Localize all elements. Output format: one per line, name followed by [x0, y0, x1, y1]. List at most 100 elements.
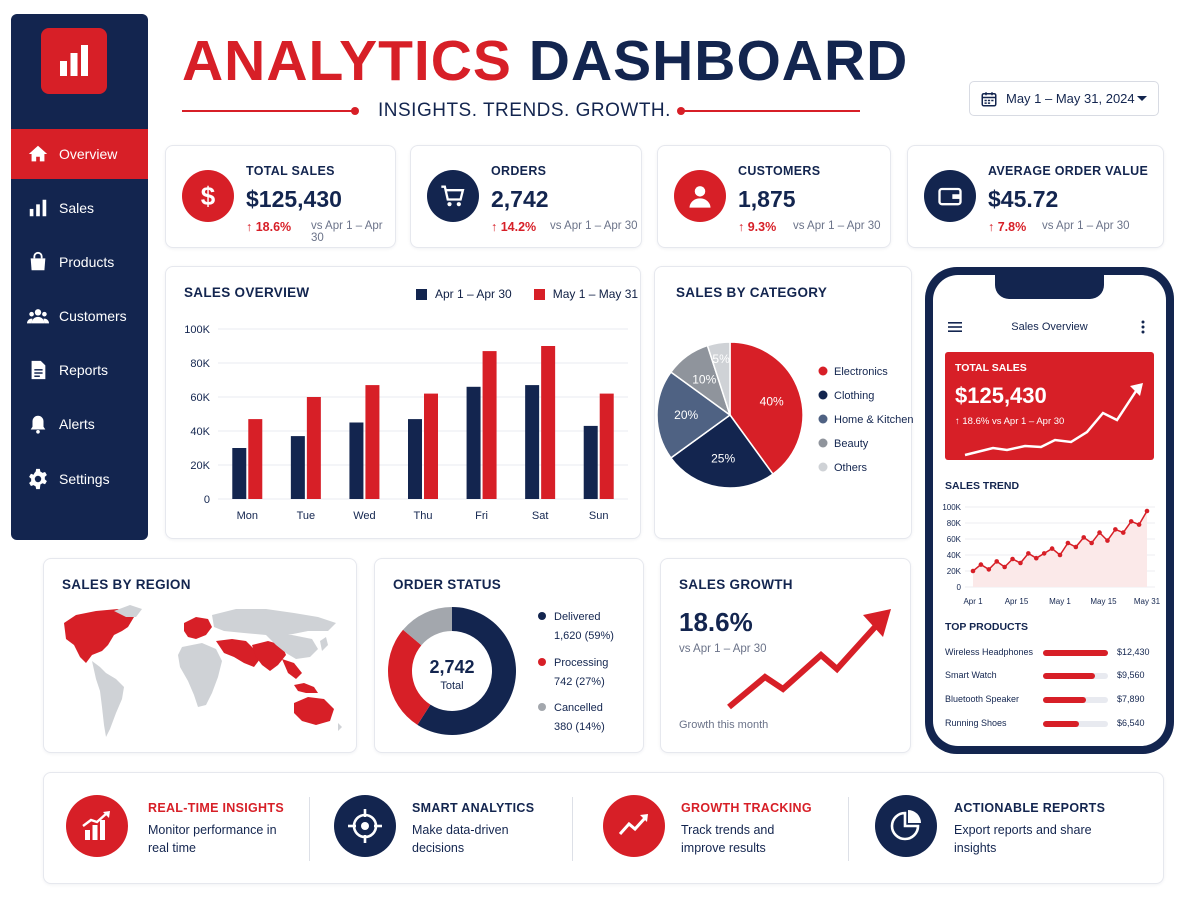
trend-point: [1018, 560, 1023, 566]
feature-title: SMART ANALYTICS: [412, 801, 535, 815]
phone-mockup: Sales Overview TOTAL SALES $125,430 ↑ 18…: [925, 267, 1174, 754]
features-strip: REAL-TIME INSIGHTS Monitor performance i…: [43, 772, 1164, 884]
feature-description: Export reports and share insights: [954, 823, 1092, 855]
legend-dot-cancelled: [538, 703, 546, 711]
subtitle-dot-left: [351, 107, 359, 115]
kpi-card-orders: ORDERS 2,742 ↑ 14.2% vs Apr 1 – Apr 30: [410, 145, 642, 248]
trend-point: [1120, 530, 1126, 535]
bar-chart-icon: [29, 199, 47, 217]
product-bar-track: [1043, 673, 1108, 679]
product-bar-track: [1043, 697, 1108, 703]
sidebar-item-overview[interactable]: Overview: [11, 129, 148, 179]
trend-point: [986, 567, 992, 572]
feature-title: REAL-TIME INSIGHTS: [148, 801, 284, 815]
kpi-value: 2,742: [491, 186, 549, 212]
sales-by-region-card: SALES BY REGION: [43, 558, 357, 753]
trend-point: [994, 559, 1000, 564]
sidebar-item-alerts[interactable]: Alerts: [11, 399, 148, 449]
product-bar-track: [1043, 650, 1108, 656]
trend-point: [1057, 552, 1063, 558]
x-tick-label: Sun: [589, 510, 609, 522]
region-south-america: [92, 661, 124, 737]
trend-point: [1113, 527, 1118, 532]
date-range-picker[interactable]: May 1 – May 31, 2024: [969, 81, 1159, 116]
trend-point: [1144, 508, 1150, 514]
pie-chart-icon: [890, 810, 921, 841]
legend-label: Processing: [554, 657, 609, 669]
trend-point: [1073, 544, 1079, 550]
phone-total-sparkline: [964, 383, 1143, 457]
sidebar-item-settings[interactable]: Settings: [11, 454, 148, 504]
legend-label: Electronics: [834, 366, 888, 378]
bar-may: [424, 393, 438, 499]
bar-apr: [583, 425, 598, 499]
more-vertical-icon[interactable]: [1140, 319, 1146, 335]
region-north-america: [64, 609, 134, 663]
bar-may: [365, 385, 380, 499]
gear-icon: [29, 468, 47, 490]
region-southeast-asia: [282, 659, 302, 679]
pie-slice-label: 10%: [692, 373, 716, 387]
x-tick-label: Apr 1: [963, 597, 983, 606]
y-tick-label: 20K: [947, 567, 962, 576]
legend-dot: [818, 366, 828, 376]
bar-may: [482, 351, 497, 499]
kpi-icon-wrap: [674, 170, 726, 222]
wallet-icon: [938, 187, 962, 206]
legend-detail: 742 (27%): [554, 676, 605, 688]
y-tick-label: 80K: [947, 519, 962, 528]
donut-center-label: Total: [440, 680, 464, 692]
kpi-change: ↑ 14.2%: [491, 220, 537, 234]
donut-center-value: 2,742: [429, 657, 475, 677]
product-bar-fill: [1043, 650, 1108, 656]
kpi-value: $125,430: [246, 186, 342, 212]
y-tick-label: 20K: [190, 460, 210, 472]
trend-area: [973, 511, 1147, 587]
y-tick-label: 40K: [190, 426, 210, 438]
bar-chart-icon: [60, 45, 88, 76]
sidebar-item-products[interactable]: Products: [11, 237, 148, 287]
pie-slice-label: 20%: [674, 408, 698, 422]
y-tick-label: 60K: [190, 392, 210, 404]
region-indonesia: [294, 683, 318, 693]
sidebar-item-sales[interactable]: Sales: [11, 183, 148, 233]
subtitle-rule-left: [182, 110, 354, 112]
kpi-change: ↑ 9.3%: [738, 220, 777, 234]
sidebar-item-label: Customers: [59, 308, 127, 324]
y-tick-label: 60K: [947, 535, 962, 544]
kpi-compare-period: vs Apr 1 – Apr 30: [550, 220, 638, 232]
feature-divider: [309, 797, 310, 861]
region-europe: [184, 617, 212, 639]
sidebar-item-reports[interactable]: Reports: [11, 345, 148, 395]
bar-may: [248, 419, 263, 499]
x-tick-label: May 31: [1134, 597, 1161, 606]
feature-title: ACTIONABLE REPORTS: [954, 801, 1106, 815]
x-tick-label: May 1: [1049, 597, 1071, 606]
sidebar-item-customers[interactable]: Customers: [11, 291, 148, 341]
feature-description: Make data-driven decisions: [412, 823, 509, 855]
x-tick-label: Tue: [297, 510, 316, 522]
feature-icon-wrap: [875, 795, 937, 857]
product-value: $9,560: [1117, 670, 1145, 680]
sidebar-item-label: Settings: [59, 471, 110, 487]
feature-icon-wrap: [603, 795, 665, 857]
bar-apr: [232, 448, 247, 499]
dollar-icon: $: [201, 181, 216, 211]
bar-may: [306, 397, 321, 499]
subtitle-rule-right: [682, 110, 860, 112]
x-tick-label: Thu: [414, 510, 433, 522]
trend-point: [1081, 535, 1087, 540]
calendar-icon: [981, 91, 997, 106]
order-status-card: ORDER STATUS 2,742 Total Delivered 1,620…: [374, 558, 644, 753]
region-australia: [294, 697, 334, 725]
kpi-change: ↑ 18.6%: [246, 220, 292, 234]
date-range-label: May 1 – May 31, 2024: [1006, 91, 1135, 106]
legend-dot-processing: [538, 658, 546, 666]
users-icon: [27, 309, 49, 324]
svg-text:$: $: [201, 181, 216, 211]
legend-detail: 1,620 (59%): [554, 630, 614, 642]
feature-icon-wrap: [334, 795, 396, 857]
legend-dot-delivered: [538, 612, 546, 620]
product-bar-track: [1043, 721, 1108, 727]
user-icon: [689, 186, 711, 208]
